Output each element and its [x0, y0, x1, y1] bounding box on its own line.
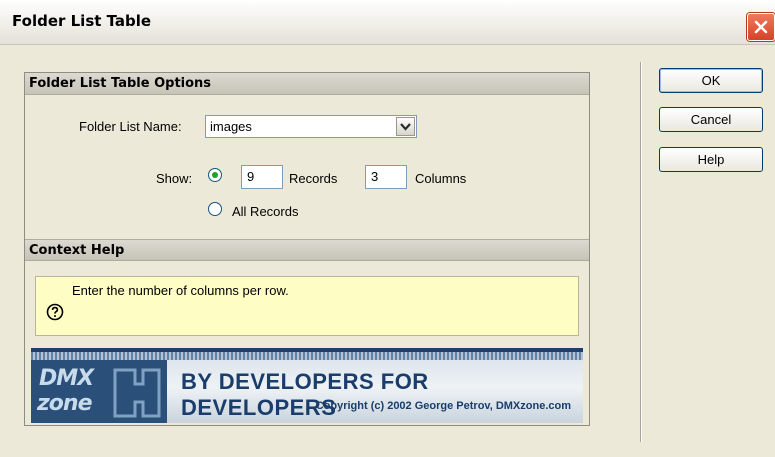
- logo-mark-icon: [113, 368, 161, 418]
- context-help-section-header: Context Help: [25, 239, 589, 261]
- dmxzone-banner: DMX zone BY DEVELOPERS FOR DEVELOPERS Co…: [31, 348, 583, 423]
- columns-count-input[interactable]: 3: [365, 165, 407, 189]
- options-panel: Folder List Table Options Folder List Na…: [24, 72, 590, 426]
- banner-stripe: [31, 352, 583, 360]
- select-dropdown-button[interactable]: [396, 117, 415, 136]
- help-button[interactable]: Help: [659, 147, 763, 172]
- title-bar[interactable]: Folder List Table: [0, 0, 775, 45]
- dialog-window: Folder List Table Folder List Table Opti…: [0, 0, 775, 457]
- show-label: Show:: [156, 171, 193, 186]
- records-label: Records: [289, 171, 338, 186]
- all-records-radio[interactable]: [208, 202, 222, 216]
- chevron-down-icon: [400, 123, 411, 131]
- logo-line1: DMX: [39, 366, 94, 391]
- cancel-button[interactable]: Cancel: [659, 107, 763, 132]
- context-help-box: Enter the number of columns per row.: [35, 276, 579, 336]
- window-title: Folder List Table: [12, 12, 152, 30]
- options-section-header: Folder List Table Options: [25, 73, 589, 95]
- close-button[interactable]: [747, 13, 775, 41]
- close-icon: [754, 20, 768, 34]
- columns-label: Columns: [415, 171, 467, 186]
- folder-list-select[interactable]: images: [205, 115, 417, 138]
- logo-line2: zone: [37, 391, 93, 416]
- folder-list-name-label: Folder List Name:: [79, 119, 182, 134]
- context-help-text: Enter the number of columns per row.: [72, 283, 289, 298]
- ok-button[interactable]: OK: [659, 68, 763, 93]
- folder-list-select-value: images: [210, 119, 252, 134]
- records-count-input[interactable]: 9: [241, 165, 283, 189]
- radio-selected-dot: [212, 172, 218, 178]
- vertical-separator: [640, 62, 641, 442]
- banner-tagline: BY DEVELOPERS FOR DEVELOPERS: [181, 369, 429, 420]
- records-radio[interactable]: [208, 168, 222, 182]
- all-records-label: All Records: [232, 204, 299, 219]
- dmxzone-logo: DMX zone: [31, 360, 167, 423]
- banner-copyright: Copyright (c) 2002 George Petrov, DMXzon…: [315, 400, 571, 412]
- question-icon: [46, 303, 64, 321]
